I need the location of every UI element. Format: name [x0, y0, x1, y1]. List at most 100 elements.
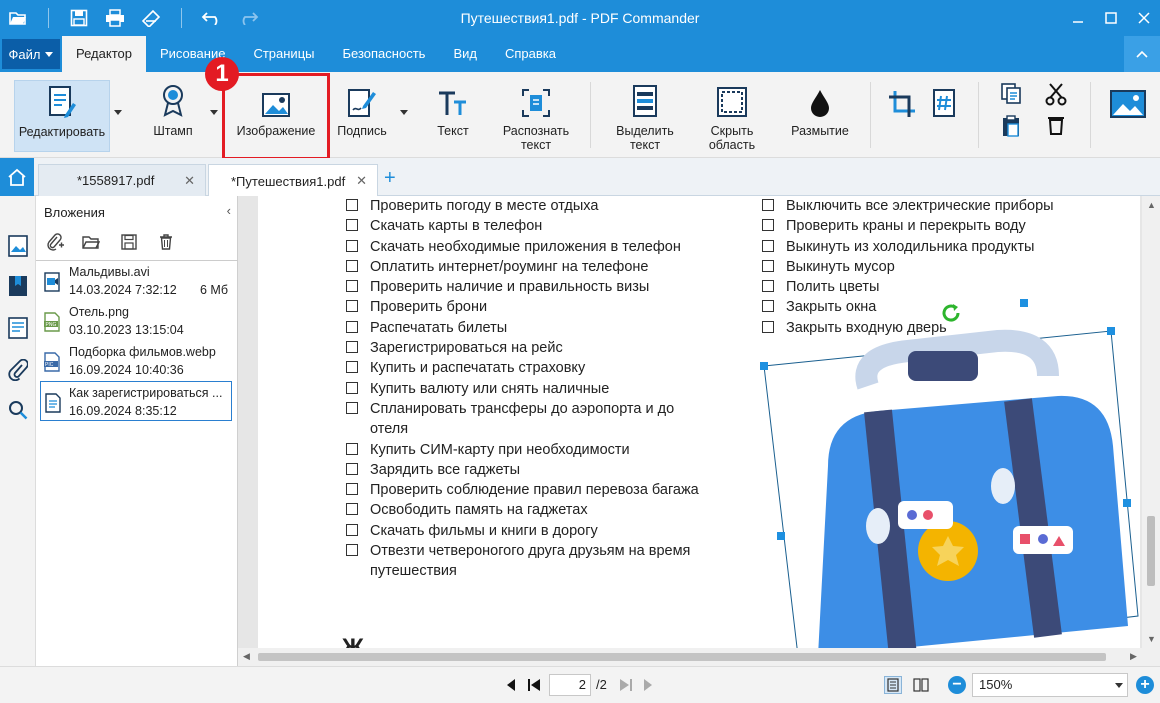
- checkbox[interactable]: [346, 239, 358, 252]
- zoom-out-icon[interactable]: −: [948, 676, 966, 694]
- open-attachment-icon[interactable]: [80, 232, 102, 252]
- signature-button[interactable]: Подпись: [334, 80, 390, 152]
- prev-page-icon[interactable]: [503, 677, 519, 693]
- vertical-scrollbar[interactable]: ▲ ▼: [1142, 196, 1160, 648]
- annotations-icon[interactable]: [7, 316, 29, 340]
- insert-picture-button[interactable]: [1106, 80, 1150, 152]
- checkbox[interactable]: [346, 361, 358, 374]
- collapse-ribbon-button[interactable]: [1124, 36, 1160, 72]
- tab-editor[interactable]: Редактор: [62, 36, 146, 72]
- close-tab-icon[interactable]: ✕: [356, 173, 367, 189]
- bookmarks-icon[interactable]: [7, 274, 29, 298]
- single-page-view-icon[interactable]: [884, 676, 902, 694]
- checkbox[interactable]: [762, 259, 774, 272]
- tab-help[interactable]: Справка: [491, 36, 570, 72]
- page-numbering-button[interactable]: [926, 80, 962, 152]
- file-menu-button[interactable]: Файл: [2, 39, 60, 69]
- minimize-button[interactable]: [1061, 0, 1094, 36]
- checkbox[interactable]: [346, 401, 358, 414]
- checkbox[interactable]: [346, 381, 358, 394]
- save-attachment-icon[interactable]: [118, 232, 140, 252]
- scroll-down-icon[interactable]: ▼: [1147, 634, 1156, 644]
- checkbox[interactable]: [762, 280, 774, 293]
- delete-button[interactable]: [1042, 114, 1070, 142]
- home-button[interactable]: [0, 158, 34, 196]
- checkbox[interactable]: [346, 442, 358, 455]
- hide-area-button[interactable]: Скрыть область: [696, 80, 768, 152]
- list-item[interactable]: PNG Отель.png 03.10.2023 13:15:04: [36, 301, 238, 341]
- horizontal-scroll-thumb[interactable]: [258, 653, 1106, 661]
- recognize-text-button[interactable]: Распознать текст: [496, 80, 576, 152]
- checkbox[interactable]: [346, 320, 358, 333]
- text-button[interactable]: Текст: [424, 80, 482, 152]
- redo-icon[interactable]: [230, 0, 266, 36]
- checkbox[interactable]: [346, 300, 358, 313]
- checkbox[interactable]: [346, 199, 358, 211]
- edit-dropdown-arrow[interactable]: [114, 110, 122, 115]
- scan-icon[interactable]: [133, 0, 169, 36]
- checkbox[interactable]: [762, 239, 774, 252]
- rotate-handle-icon[interactable]: [940, 302, 962, 327]
- checkbox[interactable]: [346, 259, 358, 272]
- cut-button[interactable]: [1042, 82, 1070, 108]
- save-icon[interactable]: [61, 0, 97, 36]
- resize-handle[interactable]: [1123, 499, 1131, 507]
- list-item-selected[interactable]: Как зарегистрироваться ... 16.09.2024 8:…: [40, 381, 232, 421]
- add-attachment-icon[interactable]: [44, 232, 66, 252]
- checkbox[interactable]: [762, 219, 774, 232]
- copy-button[interactable]: [996, 82, 1026, 108]
- checkbox[interactable]: [346, 280, 358, 293]
- crop-button[interactable]: [884, 80, 920, 152]
- checkbox[interactable]: [346, 219, 358, 232]
- stamp-dropdown-arrow[interactable]: [210, 110, 218, 115]
- checkbox[interactable]: [346, 503, 358, 516]
- thumbnails-icon[interactable]: [7, 234, 29, 258]
- scroll-up-icon[interactable]: ▲: [1147, 200, 1156, 210]
- tab-security[interactable]: Безопасность: [329, 36, 440, 72]
- resize-handle[interactable]: [777, 532, 785, 540]
- undo-icon[interactable]: [194, 0, 230, 36]
- maximize-button[interactable]: [1094, 0, 1127, 36]
- selected-image-object[interactable]: [758, 296, 1140, 648]
- list-item[interactable]: PIC Подборка фильмов.webp 16.09.2024 10:…: [36, 341, 238, 381]
- checkbox[interactable]: [346, 523, 358, 536]
- resize-handle[interactable]: [760, 362, 768, 370]
- resize-handle[interactable]: [1020, 299, 1028, 307]
- scroll-right-icon[interactable]: ▶: [1130, 651, 1137, 662]
- next-page-icon[interactable]: [640, 677, 656, 693]
- checkbox[interactable]: [346, 341, 358, 354]
- checkbox[interactable]: [762, 199, 774, 211]
- signature-dropdown-arrow[interactable]: [400, 110, 408, 115]
- doc-tab-2[interactable]: *Путешествия1.pdf ✕: [208, 164, 378, 197]
- list-item[interactable]: Мальдивы.avi 14.03.2024 7:32:12 6 Мб: [36, 261, 238, 301]
- select-text-button[interactable]: Выделить текст: [606, 80, 684, 152]
- delete-attachment-icon[interactable]: [155, 232, 177, 252]
- page-number-input[interactable]: 2: [549, 674, 591, 696]
- checkbox[interactable]: [346, 483, 358, 496]
- tab-pages[interactable]: Страницы: [239, 36, 328, 72]
- edit-button[interactable]: Редактировать: [14, 80, 110, 152]
- zoom-in-icon[interactable]: +: [1136, 676, 1154, 694]
- scroll-left-icon[interactable]: ◀: [243, 651, 250, 662]
- paperclip-icon[interactable]: [7, 358, 29, 382]
- first-page-icon[interactable]: [526, 677, 542, 693]
- last-page-icon[interactable]: [618, 677, 634, 693]
- blur-button[interactable]: Размытие: [782, 80, 858, 152]
- close-button[interactable]: [1127, 0, 1160, 36]
- zoom-select[interactable]: 150%: [972, 673, 1128, 697]
- search-icon[interactable]: [7, 398, 29, 422]
- two-page-view-icon[interactable]: [912, 676, 930, 694]
- panel-collapse-icon[interactable]: ‹: [227, 203, 231, 218]
- open-folder-icon[interactable]: [0, 0, 36, 36]
- resize-handle[interactable]: [1107, 327, 1115, 335]
- stamp-button[interactable]: Штамп: [140, 80, 206, 152]
- checkbox[interactable]: [346, 462, 358, 475]
- tab-view[interactable]: Вид: [439, 36, 491, 72]
- print-icon[interactable]: [97, 0, 133, 36]
- new-tab-plus-icon[interactable]: +: [384, 167, 396, 190]
- paste-button[interactable]: [996, 114, 1026, 142]
- doc-tab-1[interactable]: *1558917.pdf ✕: [38, 164, 206, 196]
- close-tab-icon[interactable]: ✕: [184, 173, 195, 189]
- horizontal-scrollbar[interactable]: ◀ ▶: [238, 648, 1160, 666]
- pdf-page[interactable]: Проверить погоду в месте отдыха Скачать к…: [258, 196, 1140, 648]
